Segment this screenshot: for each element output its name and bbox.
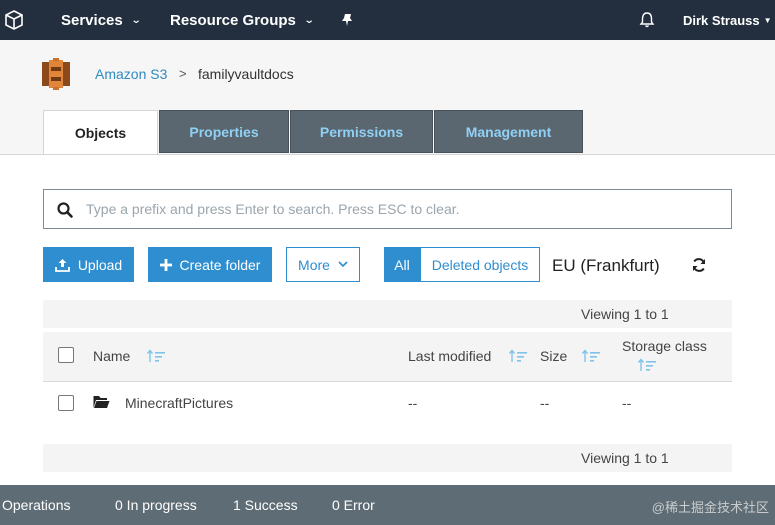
pin-icon[interactable] <box>340 0 354 40</box>
breadcrumb-separator: > <box>179 66 187 81</box>
operations-label[interactable]: Operations <box>2 497 70 513</box>
pagination-bar-top: Viewing 1 to 1 <box>43 300 732 328</box>
tab-permissions[interactable]: Permissions <box>290 110 433 153</box>
search-input[interactable] <box>86 198 716 220</box>
success-count[interactable]: 1 Success <box>233 497 298 513</box>
caret-down-icon: ▼ <box>763 15 772 25</box>
create-folder-label: Create folder <box>179 256 261 273</box>
viewing-count: Viewing 1 to 1 <box>581 306 669 322</box>
bell-icon[interactable] <box>638 0 656 40</box>
cell-storage-class: -- <box>622 395 632 411</box>
filter-deleted-label: Deleted objects <box>431 256 529 273</box>
sort-icon[interactable] <box>146 349 166 363</box>
folder-icon <box>93 396 110 408</box>
plus-icon <box>159 258 172 271</box>
filter-all-label: All <box>394 256 410 273</box>
services-label: Services <box>61 11 123 29</box>
operations-footer: Operations 0 In progress 1 Success 0 Err… <box>0 485 775 525</box>
more-dropdown-button[interactable]: More <box>286 247 360 282</box>
filter-deleted-objects-button[interactable]: Deleted objects <box>420 247 540 282</box>
tab-objects-label: Objects <box>74 125 127 141</box>
more-label: More <box>298 256 330 273</box>
folder-name-link[interactable]: MinecraftPictures <box>125 395 233 411</box>
sort-icon[interactable] <box>581 349 601 363</box>
aws-cube-icon[interactable] <box>4 10 24 30</box>
resource-groups-menu[interactable]: Resource Groups ⌄ <box>170 0 315 40</box>
search-icon <box>57 202 73 218</box>
chevron-down-icon: ⌄ <box>130 14 142 26</box>
row-checkbox[interactable] <box>58 395 74 411</box>
breadcrumb-bucket-name: familyvaultdocs <box>198 66 294 82</box>
table-row[interactable]: MinecraftPictures -- -- -- <box>43 383 732 423</box>
top-nav-bar: Services ⌄ Resource Groups ⌄ Dirk Straus… <box>0 0 775 40</box>
column-header-last-modified[interactable]: Last modified <box>408 348 491 364</box>
upload-label: Upload <box>77 256 123 273</box>
services-menu[interactable]: Services ⌄ <box>61 0 142 40</box>
tab-properties[interactable]: Properties <box>159 110 289 153</box>
watermark-text: @稀土掘金技术社区 <box>651 500 769 515</box>
tab-management-label: Management <box>465 123 552 140</box>
cell-last-modified: -- <box>408 395 418 411</box>
tab-objects[interactable]: Objects <box>43 110 158 155</box>
viewing-count: Viewing 1 to 1 <box>581 450 669 466</box>
tab-divider <box>0 154 775 155</box>
resource-groups-label: Resource Groups <box>170 11 296 29</box>
breadcrumb-amazon-s3-link[interactable]: Amazon S3 <box>95 66 167 82</box>
upload-icon <box>54 258 70 272</box>
create-folder-button[interactable]: Create folder <box>148 247 272 282</box>
sort-icon[interactable] <box>508 349 528 363</box>
filter-all-button[interactable]: All <box>384 247 420 282</box>
user-name: Dirk Strauss <box>683 12 760 28</box>
column-header-storage-class[interactable]: Storage class <box>622 338 707 354</box>
chevron-down-icon <box>338 261 348 268</box>
tab-management[interactable]: Management <box>434 110 583 153</box>
error-count[interactable]: 0 Error <box>332 497 375 513</box>
select-all-checkbox[interactable] <box>58 347 74 363</box>
s3-bucket-icon <box>42 58 70 90</box>
refresh-icon[interactable] <box>691 257 707 273</box>
search-box <box>43 189 732 229</box>
table-header: Name Last modified Size Storage class <box>43 332 732 382</box>
user-menu[interactable]: Dirk Strauss ▼ <box>683 0 772 40</box>
column-header-size[interactable]: Size <box>540 348 567 364</box>
chevron-down-icon: ⌄ <box>303 14 315 26</box>
pagination-bar-bottom: Viewing 1 to 1 <box>43 444 732 472</box>
cell-size: -- <box>540 395 550 411</box>
sort-icon[interactable] <box>637 358 657 372</box>
tab-properties-label: Properties <box>189 123 259 140</box>
in-progress-count[interactable]: 0 In progress <box>115 497 197 513</box>
column-header-name[interactable]: Name <box>93 348 130 364</box>
region-label: EU (Frankfurt) <box>552 256 660 275</box>
tab-permissions-label: Permissions <box>319 123 404 140</box>
upload-button[interactable]: Upload <box>43 247 134 282</box>
